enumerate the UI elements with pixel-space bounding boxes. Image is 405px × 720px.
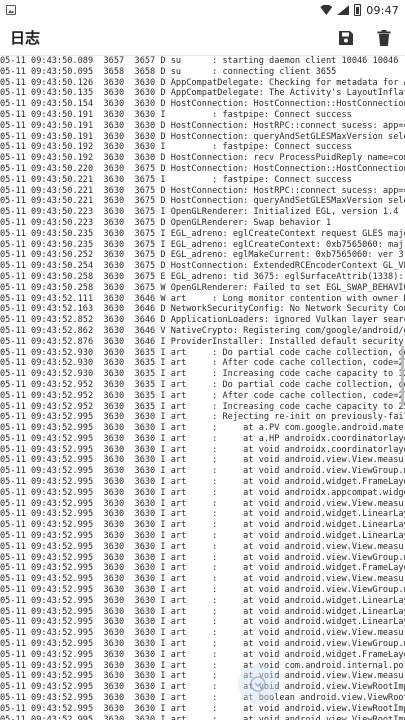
log-line: 05-11 09:43:50.254 3630 3675 D HostConne… bbox=[0, 261, 405, 272]
scrollbar-thumb[interactable] bbox=[401, 346, 404, 406]
battery-icon bbox=[354, 4, 362, 16]
log-line: 05-11 09:43:50.258 3630 3675 E EGL_adren… bbox=[0, 271, 405, 282]
log-view[interactable]: 05-11 09:43:50.089 3657 3657 D su : star… bbox=[0, 56, 405, 720]
log-line: 05-11 09:43:52.995 3630 3630 I art : at … bbox=[0, 649, 405, 660]
log-line: 05-11 09:43:52.995 3630 3630 I art : at … bbox=[0, 628, 405, 639]
log-line: 05-11 09:43:50.258 3630 3675 W OpenGLRen… bbox=[0, 282, 405, 293]
log-line: 05-11 09:43:52.995 3630 3630 I art : at … bbox=[0, 509, 405, 520]
log-line: 05-11 09:43:52.995 3630 3630 I art : at … bbox=[0, 520, 405, 531]
log-line: 05-11 09:43:52.995 3630 3630 I art : at … bbox=[0, 563, 405, 574]
log-line: 05-11 09:43:50.220 3630 3675 D HostConne… bbox=[0, 163, 405, 174]
log-line: 05-11 09:43:50.126 3630 3630 D AppCompat… bbox=[0, 77, 405, 88]
log-line: 05-11 09:43:52.952 3630 3635 I art : Do … bbox=[0, 379, 405, 390]
log-line: 05-11 09:43:52.930 3630 3635 I art : Inc… bbox=[0, 369, 405, 380]
delete-icon bbox=[377, 29, 391, 46]
log-line: 05-11 09:43:52.876 3630 3646 I ProviderI… bbox=[0, 336, 405, 347]
log-line: 05-11 09:43:52.995 3630 3630 I art : at … bbox=[0, 423, 405, 434]
log-line: 05-11 09:43:50.192 3630 3630 D HostConne… bbox=[0, 153, 405, 164]
app-bar: 日志 bbox=[0, 20, 405, 56]
log-line: 05-11 09:43:52.995 3630 3630 I art : at … bbox=[0, 433, 405, 444]
log-line: 05-11 09:43:52.995 3630 3630 I art : at … bbox=[0, 531, 405, 542]
log-line: 05-11 09:43:52.995 3630 3630 I art : at … bbox=[0, 585, 405, 596]
log-line: 05-11 09:43:52.995 3630 3630 I art : at … bbox=[0, 714, 405, 720]
status-bar: 09:47 bbox=[0, 0, 405, 20]
log-line: 05-11 09:43:50.191 3630 3630 D HostConne… bbox=[0, 131, 405, 142]
log-line: 05-11 09:43:50.135 3630 3630 D AppCompat… bbox=[0, 88, 405, 99]
log-line: 05-11 09:43:50.192 3630 3630 I : fastpip… bbox=[0, 142, 352, 153]
status-time: 09:47 bbox=[366, 3, 399, 17]
log-line: 05-11 09:43:52.995 3630 3630 I art : at … bbox=[0, 703, 405, 714]
scroll-icon bbox=[250, 676, 266, 692]
log-line: 05-11 09:43:52.995 3630 3630 I art : at … bbox=[0, 693, 405, 704]
log-line: 05-11 09:43:52.952 3630 3635 I art : Inc… bbox=[0, 401, 405, 412]
log-line: 05-11 09:43:50.223 3630 3675 I OpenGLRen… bbox=[0, 207, 399, 218]
signal-icon bbox=[337, 5, 350, 15]
log-line: 05-11 09:43:52.995 3630 3630 I art : at … bbox=[0, 498, 405, 509]
log-line: 05-11 09:43:52.995 3630 3630 I art : at … bbox=[0, 477, 405, 488]
save-icon bbox=[339, 30, 353, 45]
status-left bbox=[6, 5, 16, 15]
log-line: 05-11 09:43:50.221 3630 3675 D HostConne… bbox=[0, 185, 405, 196]
log-line: 05-11 09:43:50.252 3630 3675 D EGL_adren… bbox=[0, 250, 405, 261]
log-line: 05-11 09:43:52.995 3630 3630 I art : at … bbox=[0, 595, 405, 606]
log-line: 05-11 09:43:50.191 3630 3630 I : fastpip… bbox=[0, 109, 352, 120]
log-line: 05-11 09:43:52.995 3630 3630 I art : at … bbox=[0, 541, 405, 552]
log-line: 05-11 09:43:52.862 3630 3646 V NativeCry… bbox=[0, 325, 405, 336]
log-line: 05-11 09:43:52.995 3630 3630 I art : at … bbox=[0, 487, 405, 498]
status-right: 09:47 bbox=[320, 4, 399, 17]
delete-button[interactable] bbox=[373, 27, 395, 49]
log-line: 05-11 09:43:52.995 3630 3630 I art : at … bbox=[0, 671, 405, 682]
log-line: 05-11 09:43:52.930 3630 3635 I art : Aft… bbox=[0, 358, 405, 369]
log-line: 05-11 09:43:50.235 3630 3675 I EGL_adren… bbox=[0, 228, 405, 239]
log-line: 05-11 09:43:50.191 3630 3630 D HostConne… bbox=[0, 120, 405, 131]
log-line: 05-11 09:43:50.095 3658 3658 D su : conn… bbox=[0, 66, 337, 77]
log-line: 05-11 09:43:52.995 3630 3630 I art : at … bbox=[0, 639, 405, 650]
log-line: 05-11 09:43:52.852 3630 3646 D Applicati… bbox=[0, 315, 405, 326]
log-line: 05-11 09:43:52.163 3630 3646 D NetworkSe… bbox=[0, 304, 405, 315]
save-button[interactable] bbox=[335, 27, 357, 49]
log-line: 05-11 09:43:50.221 3630 3675 I : fastpip… bbox=[0, 174, 352, 185]
log-line: 05-11 09:43:52.995 3630 3630 I art : at … bbox=[0, 444, 405, 455]
app-actions bbox=[335, 27, 395, 49]
wifi-icon bbox=[320, 5, 333, 15]
log-line: 05-11 09:43:52.995 3630 3630 I art : at … bbox=[0, 606, 405, 617]
log-line: 05-11 09:43:52.995 3630 3630 I art : at … bbox=[0, 455, 405, 466]
log-line: 05-11 09:43:52.995 3630 3630 I art : at … bbox=[0, 660, 405, 671]
log-line: 05-11 09:43:52.995 3630 3630 I art : Rej… bbox=[0, 412, 405, 423]
log-line: 05-11 09:43:52.111 3630 3646 W art : Lon… bbox=[0, 293, 405, 304]
log-line: 05-11 09:43:52.995 3630 3630 I art : at … bbox=[0, 617, 405, 628]
log-line: 05-11 09:43:50.221 3630 3675 D HostConne… bbox=[0, 196, 405, 207]
log-line: 05-11 09:43:52.930 3630 3635 I art : Do … bbox=[0, 347, 405, 358]
scroll-fab-button[interactable] bbox=[238, 664, 278, 704]
log-line: 05-11 09:43:52.995 3630 3630 I art : at … bbox=[0, 574, 405, 585]
log-line: 05-11 09:43:50.235 3630 3675 I EGL_adren… bbox=[0, 239, 405, 250]
image-icon bbox=[6, 5, 16, 15]
log-line: 05-11 09:43:52.995 3630 3630 I art : at … bbox=[0, 682, 405, 693]
log-line: 05-11 09:43:52.952 3630 3635 I art : Aft… bbox=[0, 390, 405, 401]
log-line: 05-11 09:43:52.995 3630 3630 I art : at … bbox=[0, 552, 405, 563]
page-title: 日志 bbox=[10, 29, 41, 47]
log-line: 05-11 09:43:50.154 3630 3630 D HostConne… bbox=[0, 99, 405, 110]
log-lines: 05-11 09:43:50.089 3657 3657 D su : star… bbox=[0, 56, 405, 720]
log-line: 05-11 09:43:50.223 3630 3675 D OpenGLRen… bbox=[0, 217, 332, 228]
log-line: 05-11 09:43:52.995 3630 3630 I art : at … bbox=[0, 466, 405, 477]
log-line: 05-11 09:43:50.089 3657 3657 D su : star… bbox=[0, 56, 399, 66]
